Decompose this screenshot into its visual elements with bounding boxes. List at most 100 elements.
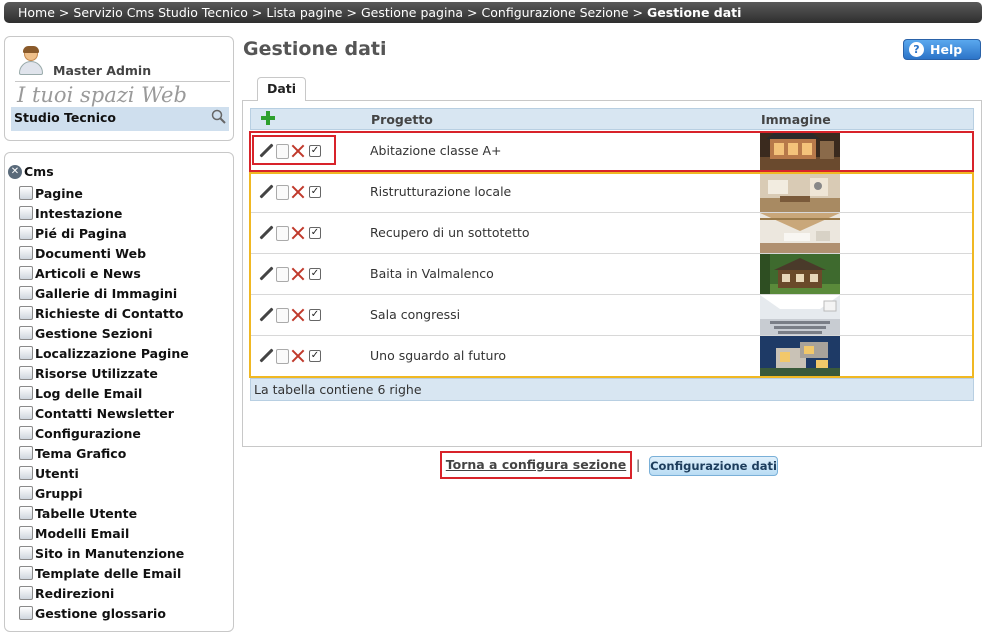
delete-icon[interactable]	[291, 226, 305, 240]
sidebar-item-label: Sito in Manutenzione	[35, 545, 185, 561]
web-documents-icon	[19, 246, 33, 260]
add-icon[interactable]	[261, 111, 275, 125]
data-configuration-button[interactable]: Configurazione dati	[649, 456, 778, 476]
sidebar-item[interactable]: Log delle Email	[19, 383, 189, 403]
sidebar-item[interactable]: Articoli e News	[19, 263, 189, 283]
table-header: Progetto Immagine	[250, 108, 974, 130]
sidebar-item[interactable]: Template delle Email	[19, 563, 189, 583]
checkbox[interactable]: ✓	[309, 227, 321, 239]
copy-icon[interactable]	[276, 307, 289, 323]
breadcrumb-page-list[interactable]: Lista pagine	[266, 5, 342, 20]
delete-icon[interactable]	[291, 144, 305, 158]
help-label: Help	[930, 42, 963, 57]
pencil-icon[interactable]	[258, 266, 274, 282]
project-thumbnail[interactable]	[760, 172, 840, 212]
table-row: ✓ Sala congressi	[250, 295, 974, 336]
sidebar-item-label: Risorse Utilizzate	[35, 365, 158, 381]
breadcrumb-home[interactable]: Home	[18, 5, 55, 20]
row-actions: ✓	[258, 307, 321, 323]
project-thumbnail[interactable]	[760, 295, 840, 335]
project-name: Baita in Valmalenco	[370, 266, 494, 281]
column-header-project: Progetto	[371, 112, 433, 127]
pencil-icon[interactable]	[258, 225, 274, 241]
sidebar-item[interactable]: Configurazione	[19, 423, 189, 443]
tab-dati[interactable]: Dati	[257, 77, 306, 101]
menu-root-cms[interactable]: ✕ Cms	[8, 164, 54, 179]
sidebar-item[interactable]: Documenti Web	[19, 243, 189, 263]
site-selector[interactable]: Studio Tecnico	[11, 107, 229, 131]
delete-icon[interactable]	[291, 308, 305, 322]
copy-icon[interactable]	[276, 266, 289, 282]
sidebar-item[interactable]: Gruppi	[19, 483, 189, 503]
project-thumbnail[interactable]	[760, 254, 840, 294]
row-actions: ✓	[258, 266, 321, 282]
user-icon	[19, 466, 33, 480]
sidebar-item[interactable]: Tabelle Utente	[19, 503, 189, 523]
sidebar-item[interactable]: Richieste di Contatto	[19, 303, 189, 323]
sidebar-item-label: Gallerie di Immagini	[35, 285, 178, 301]
breadcrumb-section-config[interactable]: Configurazione Sezione	[482, 5, 629, 20]
copy-icon[interactable]	[276, 348, 289, 364]
avatar-icon	[17, 46, 45, 77]
back-to-section-config-link[interactable]: Torna a configura sezione	[440, 451, 632, 479]
sidebar-item[interactable]: Contatti Newsletter	[19, 403, 189, 423]
sidebar-item[interactable]: Risorse Utilizzate	[19, 363, 189, 383]
sidebar-item-label: Intestazione	[35, 205, 123, 221]
sidebar-item[interactable]: Tema Grafico	[19, 443, 189, 463]
redirect-icon	[19, 586, 33, 600]
pencil-icon[interactable]	[258, 307, 274, 323]
sidebar-item-label: Gestione Sezioni	[35, 325, 153, 341]
copy-icon[interactable]	[276, 143, 289, 159]
sections-icon	[19, 326, 33, 340]
sidebar-item[interactable]: Gallerie di Immagini	[19, 283, 189, 303]
breadcrumb-separator: >	[632, 5, 644, 20]
row-actions: ✓	[258, 143, 321, 159]
menu-list: Pagine Intestazione Pié di Pagina Documenti…	[19, 183, 189, 623]
sidebar-item[interactable]: Gestione glossario	[19, 603, 189, 623]
pencil-icon[interactable]	[258, 184, 274, 200]
table-row: ✓ Recupero di un sottotetto	[250, 213, 974, 254]
email-log-icon	[19, 386, 33, 400]
link-separator: |	[636, 457, 641, 472]
copy-icon[interactable]	[276, 184, 289, 200]
sidebar-item-label: Configurazione	[35, 425, 141, 441]
sidebar-item[interactable]: Pié di Pagina	[19, 223, 189, 243]
help-button[interactable]: ? Help	[903, 39, 981, 60]
sidebar-item-label: Articoli e News	[35, 265, 141, 281]
checkbox[interactable]: ✓	[309, 309, 321, 321]
sidebar-item[interactable]: Localizzazione Pagine	[19, 343, 189, 363]
delete-icon[interactable]	[291, 267, 305, 281]
column-header-image: Immagine	[761, 112, 831, 127]
pencil-icon[interactable]	[258, 348, 274, 364]
project-thumbnail[interactable]	[760, 213, 840, 253]
delete-icon[interactable]	[291, 185, 305, 199]
gallery-icon	[19, 286, 33, 300]
sidebar-item[interactable]: Intestazione	[19, 203, 189, 223]
user-name: Master Admin	[53, 63, 152, 78]
checkbox[interactable]: ✓	[309, 268, 321, 280]
sidebar-item-label: Modelli Email	[35, 525, 130, 541]
project-thumbnail[interactable]	[760, 131, 840, 171]
sidebar-item-label: Tema Grafico	[35, 445, 127, 461]
checkbox[interactable]: ✓	[309, 186, 321, 198]
project-name: Recupero di un sottotetto	[370, 225, 530, 240]
sidebar-item[interactable]: Gestione Sezioni	[19, 323, 189, 343]
breadcrumb-service[interactable]: Servizio Cms Studio Tecnico	[73, 5, 247, 20]
copy-icon[interactable]	[276, 225, 289, 241]
breadcrumb-current: Gestione dati	[647, 5, 742, 20]
sidebar-item[interactable]: Pagine	[19, 183, 189, 203]
sidebar-item-label: Tabelle Utente	[35, 505, 138, 521]
sidebar-item[interactable]: Utenti	[19, 463, 189, 483]
search-icon[interactable]	[211, 109, 227, 125]
delete-icon[interactable]	[291, 349, 305, 363]
sidebar-item[interactable]: Redirezioni	[19, 583, 189, 603]
breadcrumb-page-management[interactable]: Gestione pagina	[361, 5, 463, 20]
project-thumbnail[interactable]	[760, 336, 840, 376]
group-icon	[19, 486, 33, 500]
checkbox[interactable]: ✓	[309, 350, 321, 362]
sidebar-item[interactable]: Sito in Manutenzione	[19, 543, 189, 563]
sidebar-item-label: Log delle Email	[35, 385, 143, 401]
sidebar-item[interactable]: Modelli Email	[19, 523, 189, 543]
pencil-icon[interactable]	[258, 143, 274, 159]
checkbox[interactable]: ✓	[309, 145, 321, 157]
